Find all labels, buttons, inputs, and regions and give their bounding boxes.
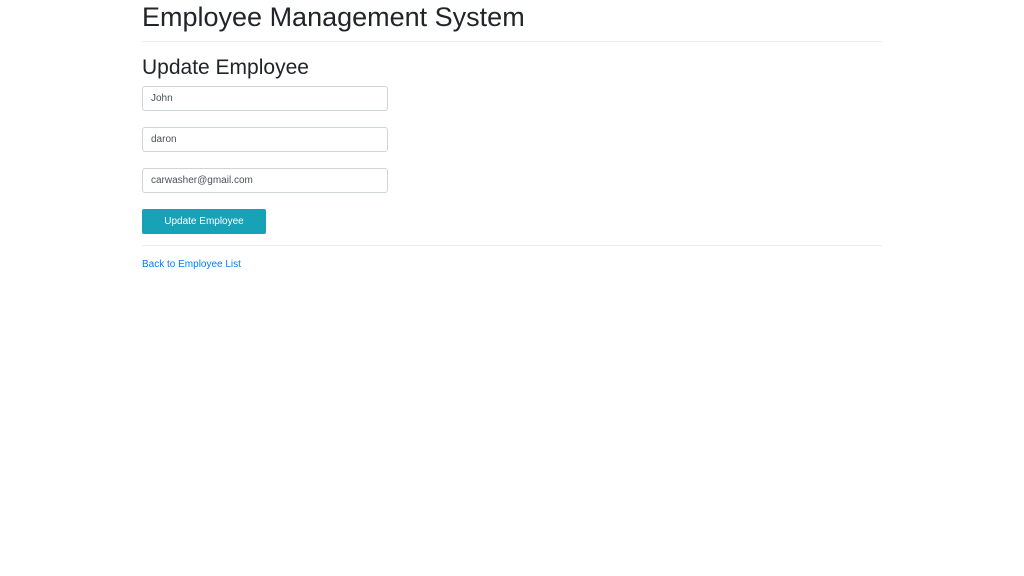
back-to-employee-list-link[interactable]: Back to Employee List [142, 258, 241, 272]
first-name-input[interactable] [142, 86, 388, 111]
update-employee-button[interactable]: Update Employee [142, 209, 266, 234]
app-title: Employee Management System [142, 2, 525, 32]
last-name-input[interactable] [142, 127, 388, 152]
email-input[interactable] [142, 168, 388, 193]
header-divider [142, 41, 882, 42]
footer-divider [142, 245, 882, 246]
page-title: Update Employee [142, 56, 309, 79]
